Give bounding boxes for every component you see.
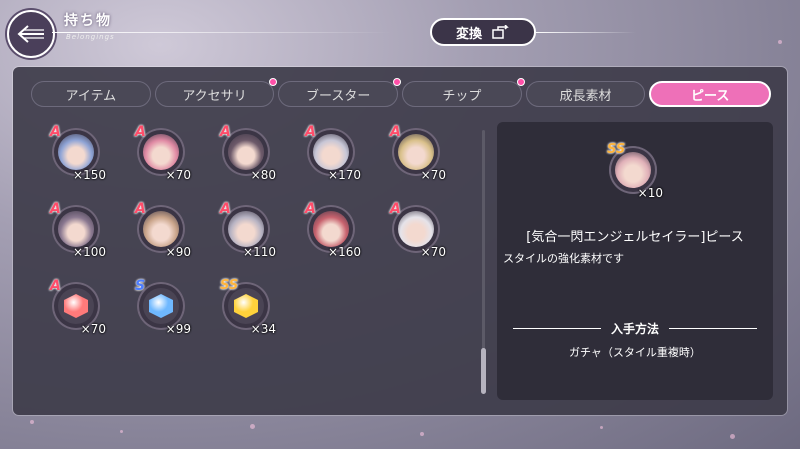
item-quantity: ×170 — [328, 168, 361, 182]
page-title: 持ち物 — [64, 13, 112, 29]
rank-badge: A — [305, 201, 316, 217]
acquire-method: ガチャ（スタイル重複時） — [569, 346, 701, 359]
item-slot[interactable]: S ×99 — [133, 278, 191, 336]
item-slot[interactable]: A ×80 — [218, 124, 276, 182]
tab-1[interactable]: アクセサリ — [154, 78, 278, 107]
item-quantity: ×110 — [243, 245, 276, 259]
item-slot[interactable]: A ×70 — [48, 278, 106, 336]
notification-dot — [516, 78, 525, 86]
character-portrait — [228, 211, 264, 247]
convert-button[interactable]: 変換 — [430, 18, 536, 46]
rank-badge: A — [50, 201, 61, 217]
item-quantity: ×70 — [420, 168, 446, 182]
tab-label: アクセサリ — [182, 88, 247, 104]
tab-3[interactable]: チップ — [402, 78, 525, 107]
rank-badge: A — [390, 201, 401, 217]
divider-right — [669, 327, 758, 329]
rank-badge: A — [135, 201, 146, 217]
item-quantity: ×70 — [165, 168, 191, 182]
character-portrait — [313, 134, 349, 170]
tab-0[interactable]: アイテム — [31, 81, 151, 107]
tab-label: アイテム — [65, 88, 117, 104]
item-quantity: ×10 — [637, 186, 663, 200]
convert-label: 変換 — [455, 26, 482, 42]
item-quantity: ×90 — [165, 245, 191, 259]
item-name: [気合一閃エンジェルセイラー]ピース — [526, 230, 744, 245]
item-slot[interactable]: A ×90 — [133, 201, 191, 259]
item-quantity: ×160 — [328, 245, 361, 259]
item-slot[interactable]: A ×100 — [48, 201, 106, 259]
tab-5[interactable]: ピース — [649, 81, 772, 107]
item-quantity: ×80 — [250, 168, 276, 182]
rank-badge: A — [50, 278, 61, 294]
notification-dot — [269, 78, 278, 86]
character-portrait — [143, 134, 179, 170]
exchange-icon — [492, 25, 509, 39]
tab-label: チップ — [442, 88, 482, 104]
tab-2[interactable]: ブースター — [278, 78, 402, 107]
rank-badge: A — [135, 124, 146, 140]
item-slot[interactable]: A ×160 — [303, 201, 361, 259]
item-quantity: ×99 — [165, 322, 191, 336]
rank-badge: A — [220, 201, 231, 217]
detail-item-icon: SS ×10 — [605, 142, 663, 200]
item-detail-panel: SS ×10 [気合一閃エンジェルセイラー]ピース スタイルの強化素材です 入手… — [497, 122, 773, 400]
divider-left — [513, 327, 601, 329]
item-quantity: ×70 — [420, 245, 446, 259]
rank-badge: A — [390, 124, 401, 140]
item-grid: A ×150 A ×70 A ×80 A ×170 A ×70 A ×100 A ×90 A ×110 A ×16… — [48, 124, 448, 406]
notification-dot — [393, 78, 402, 86]
character-portrait — [398, 211, 434, 247]
bg-sparkle — [730, 434, 735, 439]
bg-sparkle — [600, 426, 603, 429]
character-portrait — [228, 134, 264, 170]
character-portrait — [143, 211, 179, 247]
item-slot[interactable]: A ×170 — [303, 124, 361, 182]
character-portrait — [398, 134, 434, 170]
item-quantity: ×70 — [80, 322, 106, 336]
bg-sparkle — [120, 430, 123, 433]
acquire-header: 入手方法 — [513, 320, 758, 336]
item-quantity: ×150 — [73, 168, 106, 182]
rank-badge: A — [50, 124, 61, 140]
tab-label: ピース — [691, 88, 730, 104]
bg-sparkle — [250, 424, 255, 429]
tab-label: ブースター — [306, 88, 371, 104]
item-slot[interactable]: A ×70 — [388, 201, 446, 259]
rank-badge: SS — [220, 278, 239, 293]
acquire-title: 入手方法 — [611, 321, 660, 336]
item-quantity: ×34 — [250, 322, 276, 336]
convert-divider — [536, 32, 636, 33]
item-slot[interactable]: A ×70 — [388, 124, 446, 182]
item-slot[interactable]: A ×110 — [218, 201, 276, 259]
rank-badge: SS — [607, 142, 626, 157]
item-description: スタイルの強化素材です — [503, 252, 624, 265]
rank-badge: A — [305, 124, 316, 140]
item-quantity: ×100 — [73, 245, 106, 259]
scrollbar-thumb[interactable] — [481, 348, 486, 394]
character-portrait — [313, 211, 349, 247]
tab-label: 成長素材 — [559, 88, 612, 104]
item-slot[interactable]: SS ×34 — [218, 278, 276, 336]
character-portrait — [58, 211, 94, 247]
character-portrait — [615, 152, 651, 188]
item-slot[interactable]: A ×150 — [48, 124, 106, 182]
back-arrow-icon — [17, 25, 44, 43]
bg-sparkle — [420, 432, 424, 436]
category-tabs: アイテム アクセサリ ブースター チップ 成長素材 ピース — [31, 78, 772, 107]
bg-sparkle — [778, 40, 782, 44]
rank-badge: S — [135, 278, 146, 294]
rank-badge: A — [220, 124, 231, 140]
character-portrait — [58, 134, 94, 170]
page-subtitle: Belongings — [66, 33, 115, 41]
tab-4[interactable]: 成長素材 — [525, 81, 646, 107]
back-button[interactable] — [7, 10, 55, 58]
bg-sparkle — [30, 420, 34, 424]
item-slot[interactable]: A ×70 — [133, 124, 191, 182]
